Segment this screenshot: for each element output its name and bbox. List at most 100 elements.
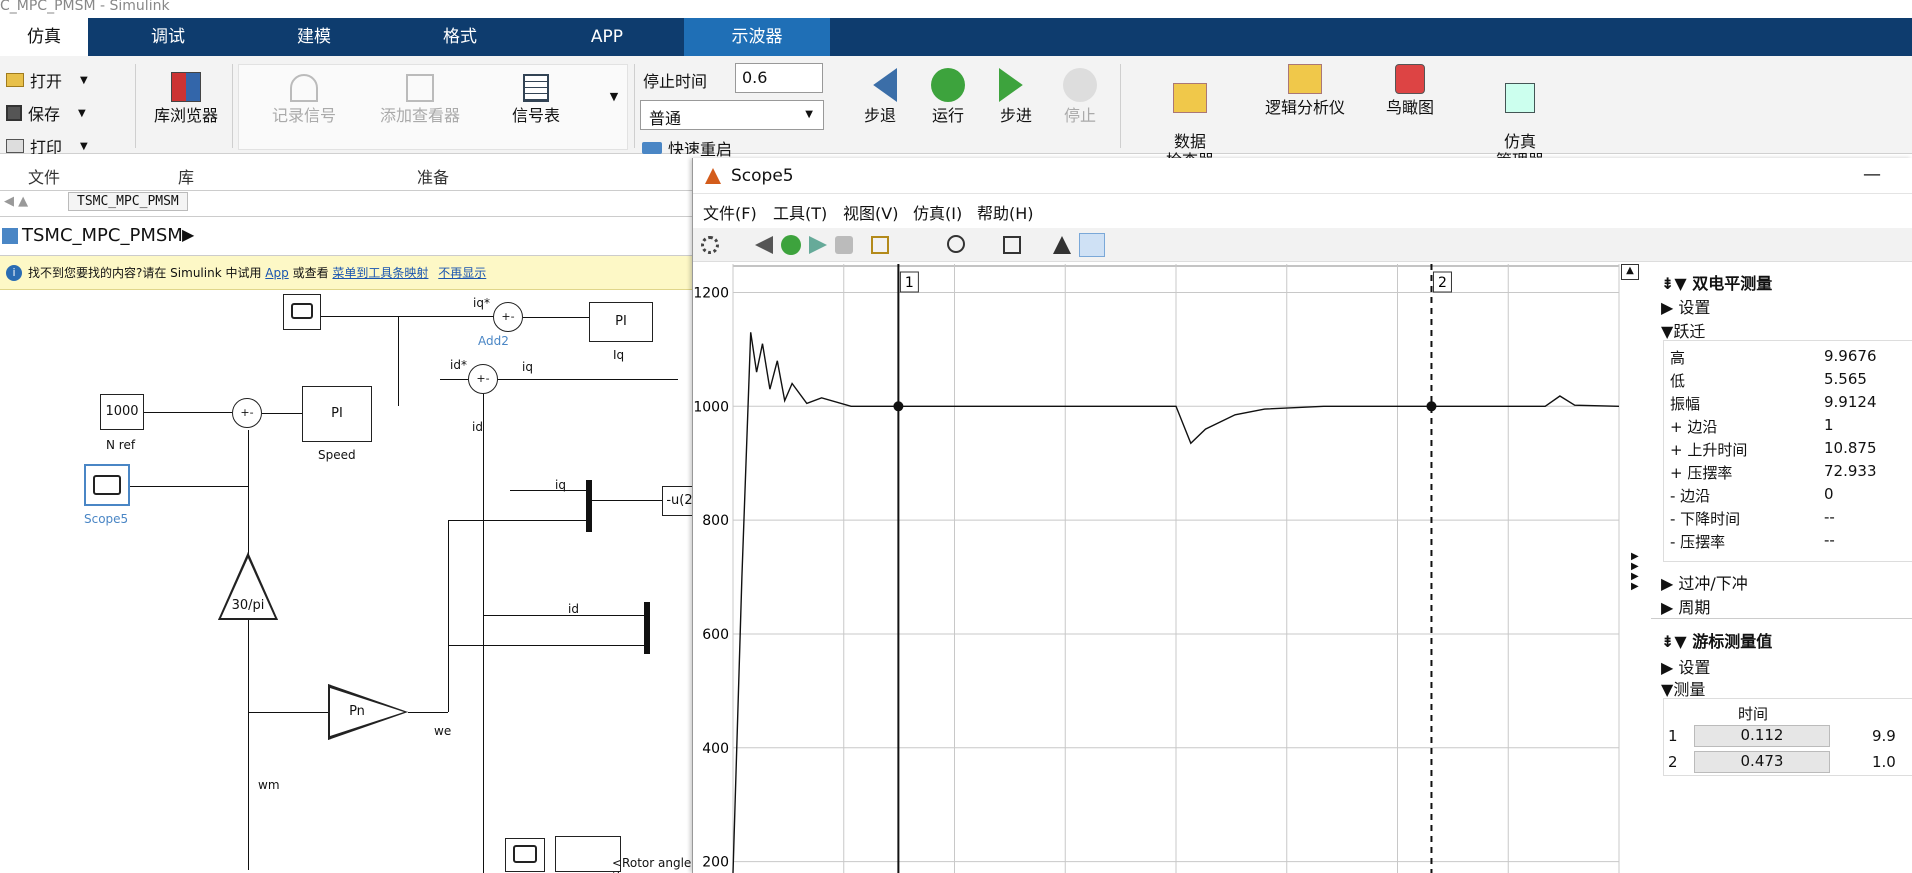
sum-id[interactable]: +- <box>468 364 498 394</box>
measurement-key: - 下降时间 <box>1670 510 1741 528</box>
app-link[interactable]: App <box>265 266 288 280</box>
pi-speed-label: Speed <box>318 448 356 462</box>
trigger-icon[interactable] <box>1053 236 1071 254</box>
tab-debug[interactable]: 调试 <box>118 18 218 56</box>
stop-icon <box>1063 68 1097 102</box>
scope-plot[interactable]: 200 400 600 800 1000 1200 1 2 <box>693 264 1653 873</box>
measure-icon[interactable] <box>1079 233 1105 257</box>
zoom-icon[interactable] <box>947 235 965 253</box>
model-canvas[interactable]: iq* id* +- Add2 PI Iq iq +- id 1000 N re… <box>0 290 692 873</box>
info-text: 找不到您要找的内容?请在 Simulink 中试用 <box>28 266 262 280</box>
address-bar: TSMC_MPC_PMSM ▶ <box>0 216 700 256</box>
window-title: C_MPC_PMSM - Simulink <box>0 0 1912 18</box>
pi-iq-block[interactable]: PI <box>589 302 653 342</box>
transitions-toggle[interactable]: ▼跃迁 <box>1661 318 1705 342</box>
settings2-toggle[interactable]: ▶ 设置 <box>1661 654 1710 678</box>
step-back-label: 步退 <box>863 106 896 125</box>
menu-file[interactable]: 文件(F) <box>703 200 757 224</box>
cursor-1-value: 9.9 <box>1872 727 1896 745</box>
log-signals-button[interactable]: 记录信号 <box>254 74 354 126</box>
settings-toggle[interactable]: ▶ 设置 <box>1661 294 1710 318</box>
panel-collapse-icon[interactable]: ▶ ▶ ▶ ▶ <box>1631 552 1639 592</box>
divider <box>232 64 233 148</box>
sim-mode-select[interactable]: 普通 ▼ <box>640 100 824 130</box>
data-inspector-button[interactable]: 数据 检查器 <box>1150 64 1230 170</box>
chevron-down-icon: ▼ <box>78 107 86 119</box>
birds-eye-button[interactable]: 鸟瞰图 <box>1370 64 1450 118</box>
step-forward-icon[interactable] <box>809 236 827 254</box>
nav-arrows[interactable]: ◀ ▲ <box>4 194 28 209</box>
model-tab[interactable]: TSMC_MPC_PMSM <box>68 192 188 211</box>
sum-speed[interactable]: +- <box>232 398 262 428</box>
model-icon <box>2 228 18 244</box>
measure-toggle[interactable]: ▼测量 <box>1661 676 1705 700</box>
measurement-value: 5.565 <box>1824 370 1867 388</box>
signal-table-button[interactable]: 信号表 <box>486 74 586 126</box>
tab-modeling[interactable]: 建模 <box>264 18 364 56</box>
mapping-link[interactable]: 菜单到工具条映射 <box>332 266 428 280</box>
pi-speed-block[interactable]: PI <box>302 386 372 442</box>
step-forward-icon <box>999 68 1023 102</box>
tab-simulation[interactable]: 仿真 <box>0 18 88 56</box>
gear-icon[interactable] <box>701 236 719 254</box>
info-icon: i <box>6 265 22 281</box>
add-viewer-button[interactable]: 添加查看器 <box>370 74 470 126</box>
scope-block[interactable] <box>283 294 321 330</box>
cycles-toggle[interactable]: ▶ 周期 <box>1661 594 1710 618</box>
chevron-down-icon: ▼ <box>805 109 813 120</box>
speed-ref-const[interactable]: 1000 <box>100 394 144 430</box>
model-header: 文件 库 准备 ◀ ▲ TSMC_MPC_PMSM <box>0 154 700 218</box>
model-path[interactable]: TSMC_MPC_PMSM <box>22 225 183 246</box>
scope-menubar: 文件(F) 工具(T) 视图(V) 仿真(I) 帮助(H) <box>693 196 1912 226</box>
neg-u2-block[interactable]: -u(2) <box>662 486 692 516</box>
menu-simulation[interactable]: 仿真(I) <box>913 200 962 224</box>
ribbon-toolstrip: 打开 ▼ 保存 ▼ 打印 ▼ 库浏览器 记录信号 添加查看器 信号表 ▼ 停止时间 0… <box>0 56 1912 170</box>
tab-scope[interactable]: 示波器 <box>684 18 830 56</box>
rotor-scope-block[interactable] <box>505 838 545 872</box>
info-bar: i 找不到您要找的内容?请在 Simulink 中试用 App 或查看 菜单到工… <box>0 256 700 290</box>
chevron-down-icon: ▼ <box>1661 322 1674 341</box>
bilevel-header[interactable]: ⇟▼ 双电平测量 <box>1661 270 1772 294</box>
stop-time-input[interactable]: 0.6 <box>735 63 823 93</box>
divider <box>135 64 136 148</box>
open-button[interactable]: 打开 ▼ <box>6 68 88 92</box>
y-tick-label: 800 <box>702 513 729 529</box>
maximize-axes-icon[interactable]: ▲ <box>1621 264 1639 280</box>
menu-help[interactable]: 帮助(H) <box>977 200 1034 224</box>
step-back-button[interactable]: 步退 <box>850 68 910 126</box>
prepare-expand-button[interactable]: ▼ <box>604 90 624 103</box>
sum-iq[interactable]: +- <box>493 302 523 332</box>
minimize-button[interactable]: — <box>1863 164 1881 185</box>
menu-view[interactable]: 视图(V) <box>843 200 898 224</box>
add2-label: Add2 <box>478 334 509 348</box>
transitions-label: 跃迁 <box>1673 322 1706 341</box>
library-browser-button[interactable]: 库浏览器 <box>140 72 232 126</box>
menu-tools[interactable]: 工具(T) <box>773 200 827 224</box>
stop-button[interactable]: 停止 <box>1050 68 1110 126</box>
scope-titlebar: Scope5 — <box>693 158 1912 194</box>
file-section-label: 文件 <box>27 168 60 187</box>
library-browser-label: 库浏览器 <box>153 106 218 125</box>
save-button[interactable]: 保存 ▼ <box>6 101 86 125</box>
run-icon[interactable] <box>781 235 801 255</box>
logic-analyzer-button[interactable]: 逻辑分析仪 <box>1250 64 1360 118</box>
data-inspector-icon <box>1173 83 1207 113</box>
tab-apps[interactable]: APP <box>557 18 657 56</box>
measurement-key: + 压摆率 <box>1670 464 1733 482</box>
birds-eye-icon <box>1395 64 1425 94</box>
sim-manager-button[interactable]: 仿真 管理器 <box>1480 64 1560 170</box>
step-forward-button[interactable]: 步进 <box>986 68 1046 126</box>
cursor-header[interactable]: ⇟▼ 游标测量值 <box>1661 628 1772 652</box>
matlab-icon <box>705 168 721 184</box>
run-button[interactable]: 运行 <box>918 68 978 126</box>
tab-format[interactable]: 格式 <box>410 18 510 56</box>
bilevel-title: 双电平测量 <box>1692 274 1773 293</box>
dismiss-link[interactable]: 不再显示 <box>438 266 486 280</box>
rewind-icon[interactable] <box>755 236 773 254</box>
highlight-icon[interactable] <box>871 236 889 254</box>
autoscale-icon[interactable] <box>1003 236 1021 254</box>
scope5-block[interactable] <box>84 464 130 506</box>
measurement-value: 10.875 <box>1824 439 1877 457</box>
stop-icon[interactable] <box>835 236 853 254</box>
overshoot-toggle[interactable]: ▶ 过冲/下冲 <box>1661 570 1748 594</box>
